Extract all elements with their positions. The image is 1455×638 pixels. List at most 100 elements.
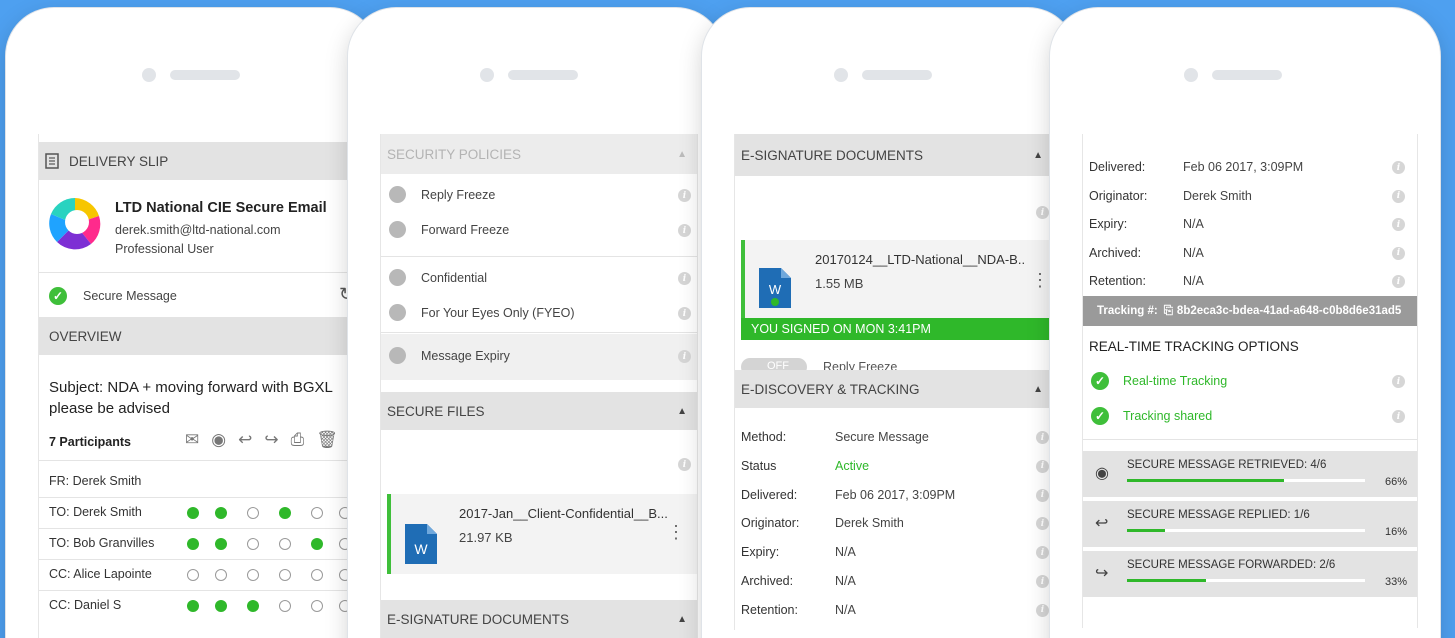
caret-up-icon: ▲	[1033, 383, 1043, 395]
info-icon[interactable]: i	[1392, 275, 1405, 289]
tracking-id: 8b2eca3c-bdea-41ad-a648-c0b8d6e31ad5	[1176, 305, 1402, 317]
eye-icon[interactable]: ◉	[211, 430, 226, 450]
e-discovery-header[interactable]: E-DISCOVERY & TRACKING ▲	[735, 370, 1053, 408]
info-icon[interactable]: i	[1392, 375, 1405, 388]
detail-label: Delivered:	[1089, 160, 1146, 174]
tracking-number-bar: Tracking #: ⎘ 8b2eca3c-bdea-41ad-a648-c0…	[1083, 296, 1417, 326]
e-signature-title: E-SIGNATURE DOCUMENTS	[387, 611, 570, 627]
info-icon[interactable]: i	[1392, 246, 1405, 260]
detail-label: Method:	[741, 430, 787, 444]
info-icon[interactable]: i	[1036, 206, 1049, 219]
info-icon[interactable]: i	[1036, 546, 1049, 560]
detail-label: Status	[741, 458, 777, 473]
policy-toggle[interactable]	[389, 347, 406, 364]
stat-percent: 16%	[1384, 526, 1407, 538]
status-dot-filled	[215, 538, 227, 550]
info-icon[interactable]: i	[1036, 431, 1049, 444]
status-dot-filled	[187, 538, 199, 550]
policy-toggle[interactable]	[389, 186, 406, 203]
screen-security-policies: SECURITY POLICIES ▲ Reply Freeze i Forward…	[380, 134, 698, 638]
company-logo	[49, 198, 101, 250]
phone-tracking: Delivered: Feb 06 2017, 3:09PM i Originator…	[1050, 8, 1440, 638]
security-policies-header[interactable]: SECURITY POLICIES ▲	[381, 134, 697, 174]
kebab-menu-icon[interactable]: ⋮	[1031, 270, 1049, 291]
envelope-icon[interactable]: ✉	[185, 430, 199, 450]
copy-icon[interactable]: ⎘	[1164, 305, 1173, 318]
info-icon[interactable]: i	[678, 272, 691, 285]
info-icon[interactable]: i	[1036, 575, 1049, 588]
phone-speaker	[834, 68, 932, 82]
detail-value: N/A	[1183, 217, 1204, 232]
row-divider	[39, 528, 377, 529]
eye-icon: ◉	[1095, 465, 1109, 482]
phone-speaker	[480, 68, 578, 82]
detail-label: Originator:	[1089, 188, 1148, 203]
signed-banner: YOU SIGNED ON MON 3:41PM	[741, 318, 1053, 340]
status-dot-empty	[311, 600, 323, 612]
stat-label: SECURE MESSAGE FORWARDED: 2/6	[1127, 559, 1336, 571]
policy-toggle[interactable]	[389, 304, 406, 321]
phone-speaker	[142, 68, 240, 82]
status-dot-empty	[187, 569, 199, 581]
detail-label: Originator:	[741, 516, 800, 531]
reply-icon[interactable]: ↩	[238, 430, 252, 450]
info-icon[interactable]: i	[1036, 459, 1049, 473]
trash-icon[interactable]: 🗑	[316, 430, 338, 450]
delivery-slip-header[interactable]: DELIVERY SLIP	[39, 142, 377, 180]
info-icon[interactable]: i	[1392, 410, 1405, 423]
e-discovery-title: E-DISCOVERY & TRACKING	[741, 381, 920, 397]
kebab-menu-icon[interactable]: ⋮	[667, 522, 685, 543]
info-icon[interactable]: i	[1392, 161, 1405, 174]
info-icon[interactable]: i	[1392, 189, 1405, 203]
tracking-stat-row[interactable]: ↪ SECURE MESSAGE FORWARDED: 2/6 33%	[1083, 551, 1417, 597]
info-icon[interactable]: i	[678, 458, 691, 471]
print-icon[interactable]: ⎙	[291, 430, 305, 450]
stat-progress-track	[1127, 529, 1365, 532]
file-name: 20170124__LTD-National__NDA-B..	[815, 252, 1026, 267]
detail-value: Feb 06 2017, 3:09PM	[835, 487, 956, 502]
info-icon[interactable]: i	[1036, 488, 1049, 502]
row-divider	[39, 559, 377, 560]
signed-file-card[interactable]: W 20170124__LTD-National__NDA-B.. 1.55 M…	[741, 240, 1053, 340]
status-dot-empty	[311, 569, 323, 581]
info-icon[interactable]: i	[1392, 218, 1405, 232]
phone-speaker	[1184, 68, 1282, 82]
stat-progress-fill	[1127, 579, 1206, 582]
document-icon	[45, 153, 59, 169]
tracking-stat-row[interactable]: ◉ SECURE MESSAGE RETRIEVED: 4/6 66%	[1083, 451, 1417, 497]
status-dot-empty	[279, 538, 291, 550]
policy-toggle[interactable]	[389, 269, 406, 286]
info-icon[interactable]: i	[678, 350, 691, 363]
detail-label: Archived:	[741, 574, 794, 588]
stats-divider	[1083, 439, 1417, 440]
action-icons: ✉ ◉ ↩ ↪ ⎙ 🗑	[185, 430, 338, 450]
tracking-check-icon: ✓	[1091, 407, 1109, 425]
status-active: Active	[835, 458, 870, 473]
detail-label: Expiry:	[1089, 217, 1128, 232]
screen-e-signature: E-SIGNATURE DOCUMENTS ▲ i W 20170124__LT…	[734, 134, 1054, 630]
reply-icon: ↩	[1095, 515, 1109, 532]
policy-toggle[interactable]	[389, 221, 406, 238]
e-signature-header[interactable]: E-SIGNATURE DOCUMENTS ▲	[381, 600, 697, 638]
info-icon[interactable]: i	[1036, 603, 1049, 617]
tracking-stat-row[interactable]: ↩ SECURE MESSAGE REPLIED: 1/6 16%	[1083, 501, 1417, 547]
detail-value: Secure Message	[835, 430, 929, 444]
info-icon[interactable]: i	[678, 307, 691, 320]
file-card[interactable]: W 2017-Jan__Client-Confidential__B... 21…	[387, 494, 697, 574]
forward-icon[interactable]: ↪	[264, 430, 278, 450]
stat-percent: 66%	[1384, 476, 1407, 488]
info-icon[interactable]: i	[1036, 517, 1049, 531]
info-icon[interactable]: i	[678, 224, 691, 237]
e-signature-header[interactable]: E-SIGNATURE DOCUMENTS ▲	[735, 134, 1053, 176]
row-divider	[39, 497, 377, 498]
status-dot-empty	[247, 538, 259, 550]
info-icon[interactable]: i	[678, 189, 691, 202]
detail-label: Retention:	[1089, 274, 1146, 289]
status-dot-empty	[247, 569, 259, 581]
scrolled-row-remnant	[1083, 134, 1417, 142]
overview-header[interactable]: OVERVIEW ▲	[39, 317, 377, 355]
svg-text:W: W	[769, 282, 782, 297]
stat-progress-track	[1127, 479, 1365, 482]
secure-files-header[interactable]: SECURE FILES ▲	[381, 392, 697, 430]
screen-tracking: Delivered: Feb 06 2017, 3:09PM i Originator…	[1082, 134, 1418, 628]
